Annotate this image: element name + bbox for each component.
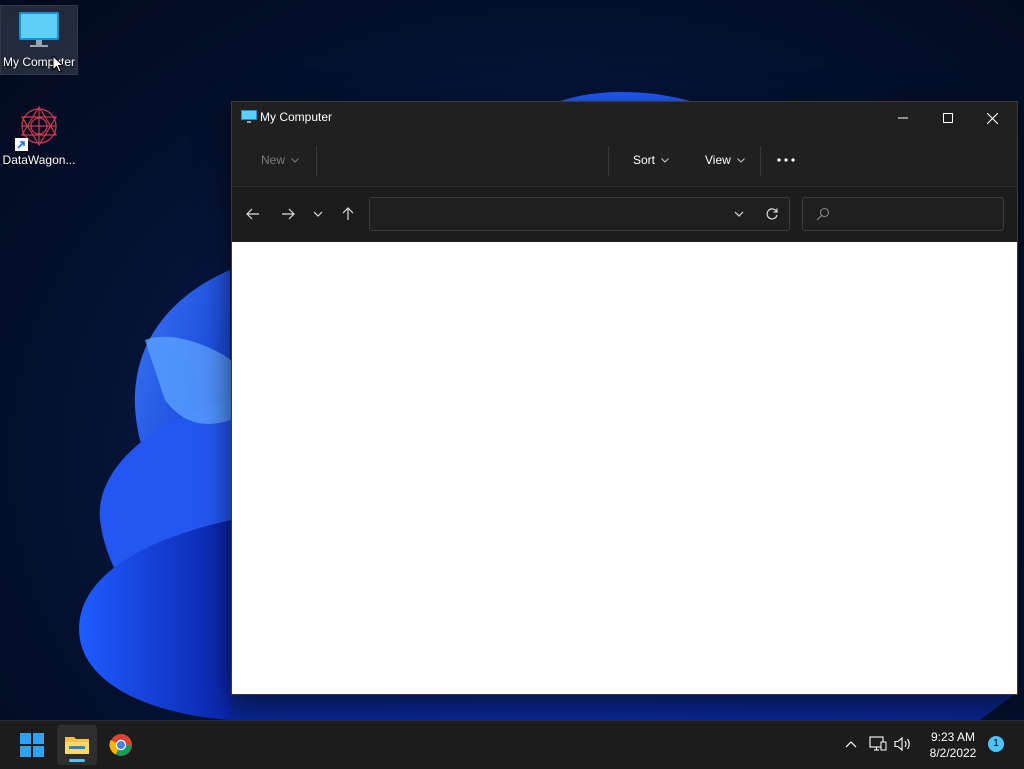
refresh-icon[interactable] [765,207,779,221]
more-options-icon [777,158,795,162]
recent-locations-button[interactable] [308,206,328,222]
chevron-down-icon [736,157,745,163]
sort-button[interactable]: Sort [633,148,669,172]
more-options-button[interactable] [777,148,795,172]
desktop-icon-my-computer[interactable]: My Computer [0,5,78,75]
desktop-icon-datawagon[interactable]: DataWagon... [1,104,77,174]
divider [316,146,317,176]
network-icon [869,736,887,751]
windows-start-icon [20,733,44,757]
view-label: View [705,153,731,167]
chevron-down-icon [291,157,299,163]
search-box[interactable] [802,197,1004,231]
chevron-down-icon [313,211,323,217]
divider [760,146,761,176]
monitor-icon [241,110,257,123]
arrow-left-icon [246,208,259,220]
back-button[interactable] [243,206,263,222]
minimize-button[interactable] [880,102,925,134]
taskbar-chrome[interactable] [101,725,141,765]
command-bar: New Sort View [232,134,1017,187]
minimize-icon [897,117,908,119]
explorer-window: My Computer New Sort View [231,101,1018,695]
arrow-up-icon [342,207,354,220]
network-button[interactable] [867,733,889,755]
chrome-icon [109,734,132,756]
view-button[interactable]: View [705,148,745,172]
shortcut-arrow-icon [15,138,28,151]
search-icon [816,207,830,221]
taskbar: 9:23 AM 8/2/2022 [0,720,1024,769]
chevron-down-icon [661,157,669,163]
active-indicator [69,759,85,762]
close-icon [987,112,998,124]
clock[interactable]: 9:23 AM 8/2/2022 [918,729,988,761]
maximize-button[interactable] [925,102,970,134]
forward-button[interactable] [278,206,298,222]
notification-badge[interactable]: 1 [988,736,1004,752]
new-label: New [261,153,286,167]
close-button[interactable] [970,102,1015,134]
volume-icon [894,736,910,752]
mouse-cursor-icon [52,55,64,73]
volume-button[interactable] [892,733,914,755]
chevron-up-icon [845,740,857,747]
clock-date: 8/2/2022 [929,746,977,760]
monitor-icon [19,12,59,47]
taskbar-file-explorer[interactable] [57,725,97,765]
start-button[interactable] [12,725,52,765]
chevron-down-icon[interactable] [734,211,744,217]
desktop-icon-label: DataWagon... [2,153,76,167]
address-bar[interactable] [369,197,790,231]
file-list-area[interactable] [232,242,1017,694]
new-button[interactable]: New [261,148,299,172]
desktop-icon-label: My Computer [2,55,76,69]
sort-label: Sort [633,153,656,167]
arrow-right-icon [282,208,295,220]
address-toolbar [232,187,1017,241]
folder-icon [65,737,89,754]
up-button[interactable] [338,206,358,222]
maximize-icon [942,113,953,123]
divider [608,146,609,176]
title-bar[interactable]: My Computer [232,102,1017,134]
clock-time: 9:23 AM [930,730,976,744]
window-title: My Computer [260,110,333,124]
show-hidden-icons-button[interactable] [840,733,862,755]
